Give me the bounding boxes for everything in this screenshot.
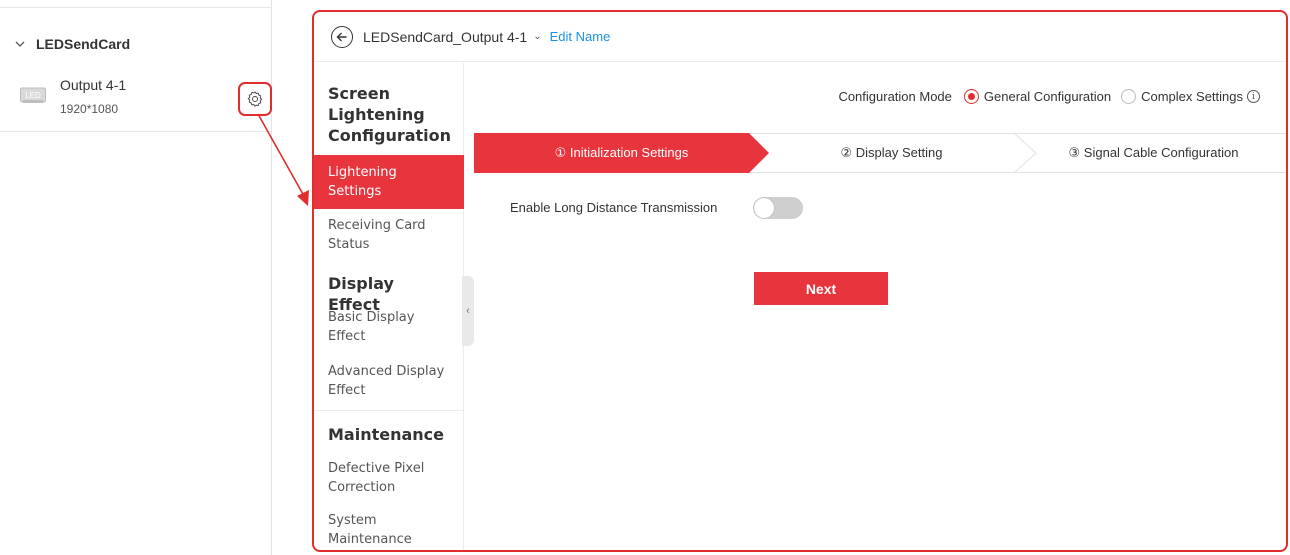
- configuration-window: LEDSendCard_Output 4-1 ⌄ Edit Name Scree…: [312, 10, 1288, 552]
- menu-item-system-maintenance[interactable]: System Maintenance: [314, 511, 464, 549]
- gear-icon[interactable]: [246, 90, 264, 108]
- step-display-setting[interactable]: ② Display Setting: [764, 133, 1019, 173]
- menu-item-advanced-display-effect[interactable]: Advanced Display Effect: [314, 362, 464, 400]
- step-signal-cable-configuration[interactable]: ③ Signal Cable Configuration: [1019, 133, 1286, 173]
- title-dropdown-toggle[interactable]: ⌄: [533, 31, 541, 42]
- edit-name-link[interactable]: Edit Name: [550, 29, 611, 44]
- device-row-output[interactable]: LED Output 4-1 1920*1080: [0, 66, 272, 132]
- menu-item-defective-pixel-correction[interactable]: Defective Pixel Correction: [314, 459, 464, 497]
- device-settings-button[interactable]: [238, 82, 272, 116]
- step-initialization-settings[interactable]: ① Initialization Settings: [474, 133, 769, 173]
- page-title: LEDSendCard_Output 4-1: [363, 28, 528, 45]
- long-distance-label: Enable Long Distance Transmission: [510, 200, 718, 215]
- menu-item-receiving-card-status[interactable]: Receiving Card Status: [314, 216, 464, 254]
- chevron-down-icon[interactable]: [14, 38, 26, 50]
- menu-item-basic-display-effect[interactable]: Basic Display Effect: [314, 308, 464, 346]
- general-configuration-label[interactable]: General Configuration: [984, 89, 1111, 104]
- menu-group-screen-lightening: Screen Lightening Configuration: [328, 84, 452, 145]
- led-icon: LED: [20, 87, 46, 103]
- radio-complex-settings[interactable]: [1121, 89, 1137, 104]
- panel-top-divider: [0, 0, 272, 8]
- led-icon-text: LED: [25, 91, 41, 100]
- info-icon[interactable]: i: [1247, 90, 1260, 103]
- device-panel: LEDSendCard LED Output 4-1 1920*1080: [0, 0, 272, 555]
- complex-settings-label[interactable]: Complex Settings: [1141, 89, 1243, 104]
- device-resolution: 1920*1080: [60, 102, 119, 116]
- menu-item-lightening-settings[interactable]: Lightening Settings: [314, 155, 464, 209]
- device-name: Output 4-1: [60, 77, 127, 93]
- collapse-menu-button[interactable]: ‹: [462, 276, 474, 346]
- chevron-left-icon: ‹: [466, 305, 470, 317]
- configuration-mode-label: Configuration Mode: [838, 89, 952, 104]
- side-menu: Screen Lightening Configuration Lighteni…: [314, 63, 464, 550]
- tree-header-ledsendcard[interactable]: LEDSendCard: [14, 36, 130, 52]
- title-bar: LEDSendCard_Output 4-1 ⌄ Edit Name: [314, 12, 1286, 62]
- long-distance-toggle[interactable]: [753, 197, 803, 219]
- back-arrow-icon[interactable]: [336, 31, 348, 43]
- tree-header-label: LEDSendCard: [36, 36, 131, 52]
- next-button[interactable]: Next: [754, 272, 888, 305]
- radio-general-configuration[interactable]: [963, 89, 979, 104]
- configuration-mode: Configuration Mode General Configuration…: [838, 89, 1260, 104]
- back-button[interactable]: [331, 25, 353, 48]
- menu-group-maintenance: Maintenance: [328, 425, 445, 444]
- menu-divider: [314, 410, 464, 411]
- main-content: Configuration Mode General Configuration…: [474, 63, 1286, 550]
